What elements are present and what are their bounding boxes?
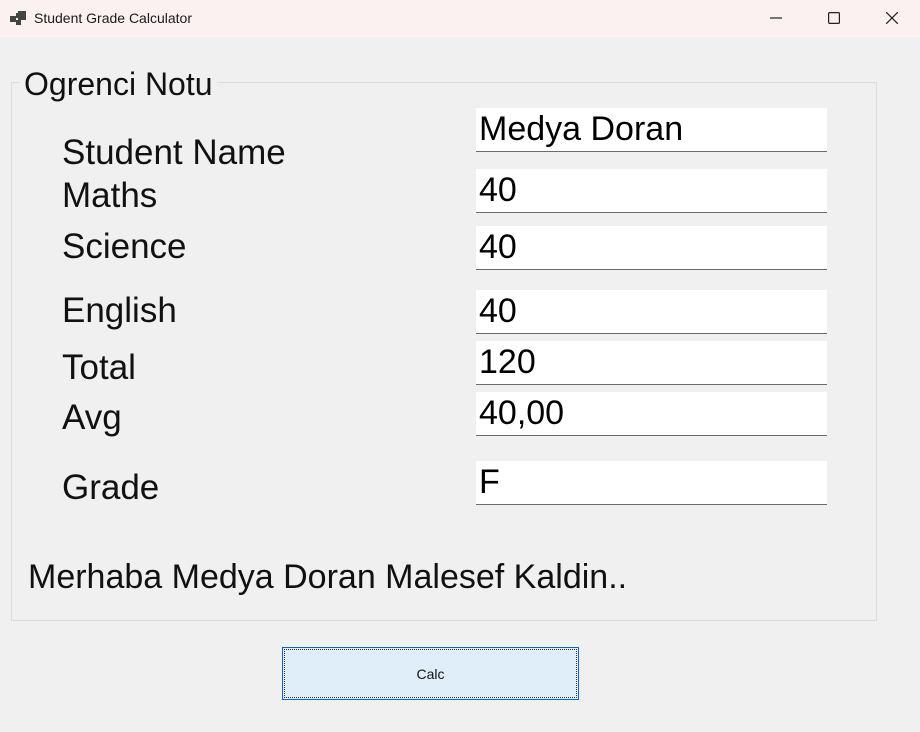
maths-field[interactable] (476, 169, 827, 213)
title-bar: Student Grade Calculator (0, 0, 920, 37)
student-name-field[interactable] (476, 108, 827, 152)
student-name-label: Student Name (62, 133, 286, 172)
app-window-icon (10, 11, 26, 25)
total-field[interactable] (476, 341, 827, 385)
result-message: Merhaba Medya Doran Malesef Kaldin.. (28, 558, 628, 596)
grade-field[interactable] (476, 461, 827, 505)
avg-label: Avg (62, 398, 122, 437)
minimize-icon (770, 17, 782, 19)
close-icon (886, 12, 898, 24)
groupbox-title: Ogrenci Notu (20, 66, 217, 103)
minimize-button[interactable] (748, 0, 806, 37)
maths-label: Maths (62, 176, 158, 215)
science-field[interactable] (476, 226, 827, 270)
avg-field[interactable] (476, 392, 827, 436)
english-label: English (62, 291, 177, 330)
close-button[interactable] (864, 0, 920, 37)
calc-button[interactable]: Calc (282, 647, 579, 700)
english-field[interactable] (476, 290, 827, 334)
maximize-button[interactable] (806, 0, 864, 37)
maximize-icon (828, 12, 840, 24)
grade-label: Grade (62, 468, 160, 507)
window-title: Student Grade Calculator (34, 10, 192, 26)
total-label: Total (62, 348, 136, 387)
science-label: Science (62, 227, 187, 266)
